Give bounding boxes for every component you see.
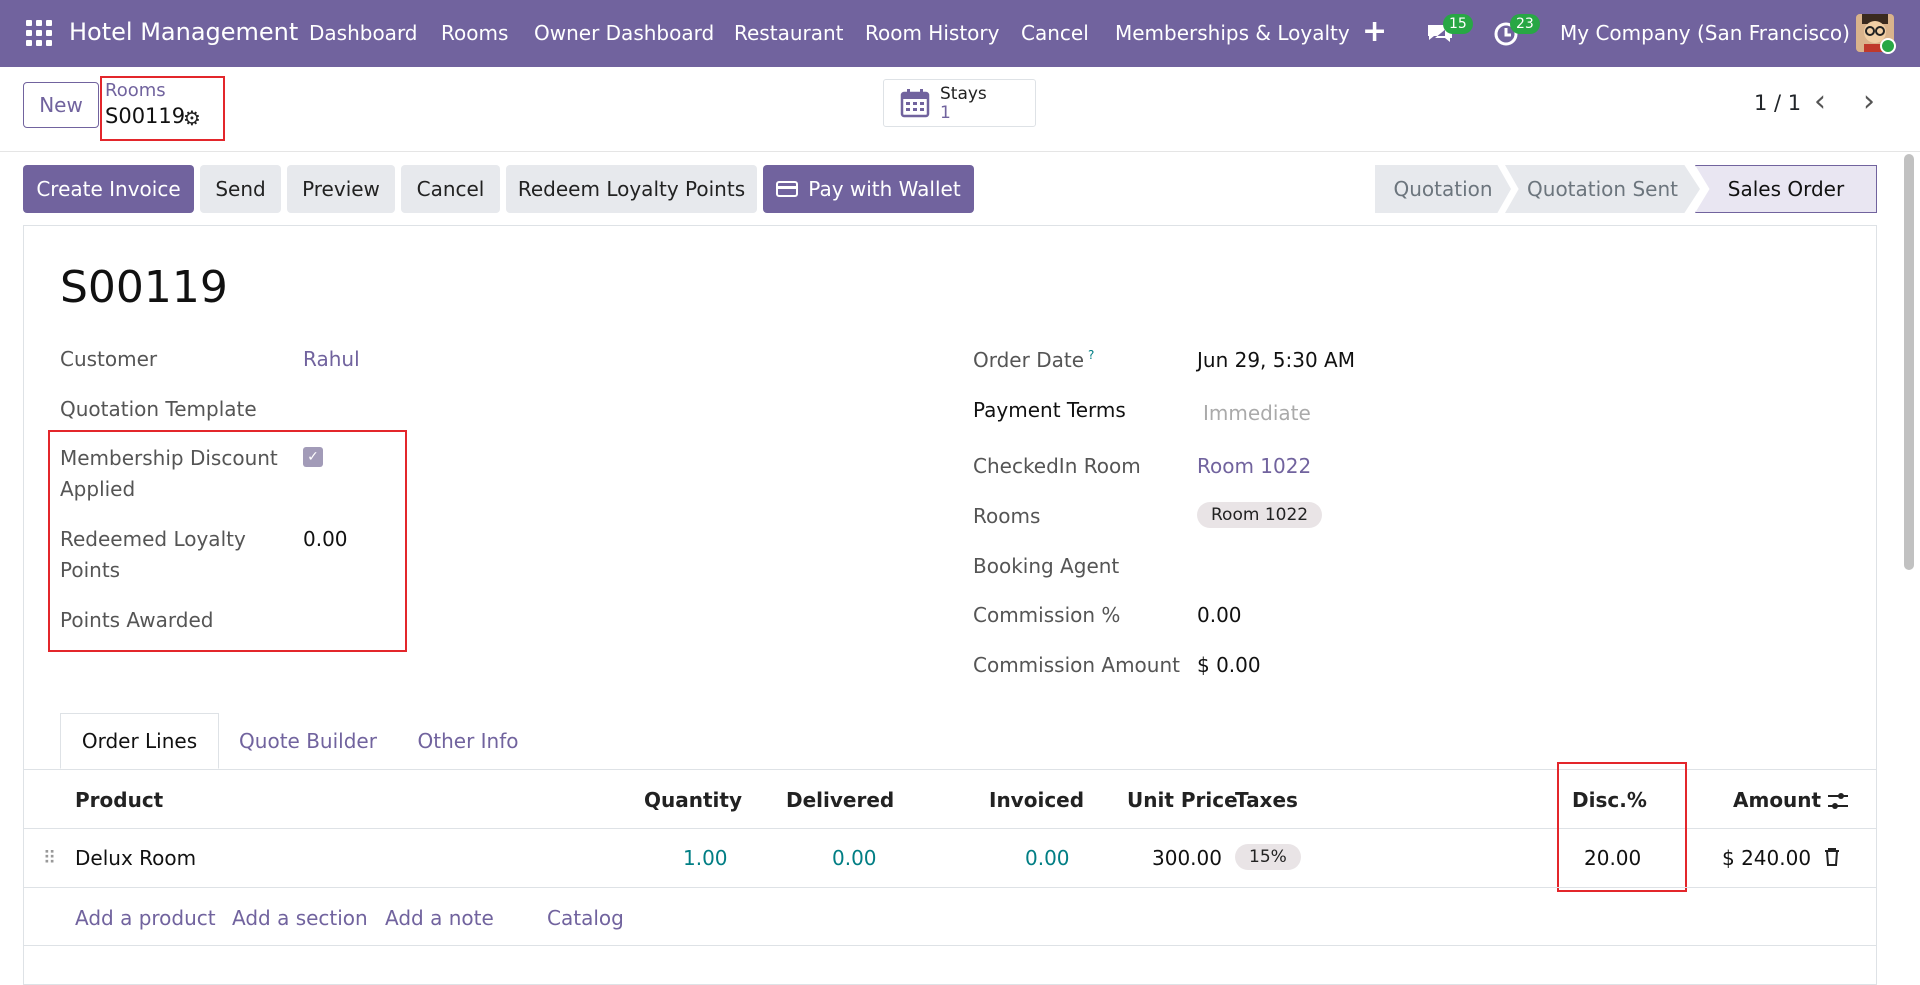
delete-row-icon[interactable] [1823, 847, 1841, 872]
app-menu-icon[interactable] [26, 20, 52, 46]
calendar-icon [900, 89, 930, 118]
col-invoiced[interactable]: Invoiced [989, 788, 1084, 812]
control-panel-divider [0, 151, 1920, 152]
row-amount: $ 240.00 [1722, 846, 1812, 870]
tab-quote-builder[interactable]: Quote Builder [225, 713, 391, 769]
row-quantity[interactable]: 1.00 [683, 846, 728, 870]
menu-cancel[interactable]: Cancel [1021, 21, 1089, 45]
drag-handle-icon[interactable]: ⠿ [43, 848, 56, 869]
commission-amount-label: Commission Amount [973, 653, 1180, 677]
breadcrumb-rooms[interactable]: Rooms [105, 80, 166, 101]
app-brand[interactable]: Hotel Management [69, 18, 298, 46]
add-menu-icon[interactable]: + [1362, 14, 1387, 49]
commission-percent-label: Commission % [973, 603, 1121, 627]
rooms-label: Rooms [973, 504, 1041, 528]
col-delivered[interactable]: Delivered [786, 788, 894, 812]
activities-icon[interactable]: 23 [1492, 14, 1540, 49]
stays-smart-button[interactable]: Stays 1 [883, 79, 1036, 127]
status-quotation[interactable]: Quotation [1375, 165, 1511, 213]
page-scrollbar[interactable] [1904, 154, 1914, 570]
booking-agent-label: Booking Agent [973, 554, 1120, 578]
payment-terms-label: Payment Terms [973, 398, 1126, 422]
redeem-loyalty-button[interactable]: Redeem Loyalty Points [506, 165, 757, 213]
col-amount[interactable]: Amount [1733, 788, 1821, 812]
footer-divider [23, 945, 1877, 946]
tab-other-info[interactable]: Other Info [400, 713, 536, 769]
order-date-label: Order Date? [973, 348, 1095, 372]
breadcrumb-current: S00119 [105, 104, 186, 128]
col-discount[interactable]: Disc.% [1572, 788, 1647, 812]
checkedin-room-label: CheckedIn Room [973, 454, 1141, 478]
order-date-value[interactable]: Jun 29, 5:30 AM [1197, 348, 1355, 372]
add-section-link[interactable]: Add a section [232, 906, 368, 930]
company-switcher[interactable]: My Company (San Francisco) [1560, 21, 1850, 45]
form-sheet [23, 225, 1877, 985]
status-quotation-sent[interactable]: Quotation Sent [1505, 165, 1700, 213]
catalog-link[interactable]: Catalog [547, 906, 624, 930]
menu-dashboard[interactable]: Dashboard [309, 21, 418, 45]
messages-icon[interactable]: 15 [1425, 14, 1473, 49]
room-tag[interactable]: Room 1022 [1197, 502, 1323, 528]
preview-button[interactable]: Preview [287, 165, 395, 213]
menu-restaurant[interactable]: Restaurant [734, 21, 844, 45]
add-product-link[interactable]: Add a product [75, 906, 216, 930]
add-note-link[interactable]: Add a note [385, 906, 494, 930]
commission-amount-value[interactable]: $ 0.00 [1197, 653, 1261, 677]
menu-rooms[interactable]: Rooms [441, 21, 508, 45]
membership-discount-checkbox[interactable]: ✓ [303, 447, 323, 467]
row-delivered[interactable]: 0.00 [832, 846, 877, 870]
create-invoice-button[interactable]: Create Invoice [23, 165, 194, 213]
checkedin-room-value[interactable]: Room 1022 [1197, 454, 1311, 478]
commission-percent-value[interactable]: 0.00 [1197, 603, 1242, 627]
gear-icon[interactable]: ⚙ [183, 106, 201, 130]
row-unit-price[interactable]: 300.00 [1152, 846, 1222, 870]
online-status-icon [1880, 38, 1896, 54]
row-discount[interactable]: 20.00 [1584, 846, 1641, 870]
points-awarded-label: Points Awarded [60, 608, 214, 632]
row-tax-tag[interactable]: 15% [1235, 844, 1301, 870]
membership-discount-label: Membership Discount [60, 446, 278, 470]
col-unit-price[interactable]: Unit Price [1127, 788, 1238, 812]
tabs-divider [23, 769, 1877, 770]
redeemed-points-label-2: Points [60, 558, 121, 582]
col-taxes[interactable]: Taxes [1235, 788, 1298, 812]
menu-room-history[interactable]: Room History [865, 21, 999, 45]
customer-label: Customer [60, 347, 158, 371]
row-divider [23, 887, 1877, 888]
row-invoiced[interactable]: 0.00 [1025, 846, 1070, 870]
tab-order-lines[interactable]: Order Lines [60, 713, 219, 769]
menu-memberships-loyalty[interactable]: Memberships & Loyalty [1115, 21, 1350, 45]
card-icon [776, 181, 799, 197]
cancel-button[interactable]: Cancel [401, 165, 500, 213]
col-quantity[interactable]: Quantity [644, 788, 742, 812]
previous-record-icon[interactable]: ‹ [1814, 84, 1826, 119]
quotation-template-label: Quotation Template [60, 397, 257, 421]
stays-label: Stays [940, 84, 987, 104]
pay-with-wallet-label: Pay with Wallet [808, 177, 961, 201]
payment-terms-input[interactable]: Immediate [1203, 401, 1311, 425]
customer-value[interactable]: Rahul [303, 347, 360, 371]
header-divider [23, 828, 1877, 829]
row-product[interactable]: Delux Room [75, 846, 196, 870]
col-product[interactable]: Product [75, 788, 163, 812]
pay-with-wallet-button[interactable]: Pay with Wallet [763, 165, 974, 213]
help-icon[interactable]: ? [1088, 348, 1094, 362]
status-sales-order[interactable]: Sales Order [1695, 165, 1877, 213]
pager-value[interactable]: 1 / 1 [1754, 91, 1801, 115]
new-button[interactable]: New [23, 82, 99, 128]
redeemed-points-label: Redeemed Loyalty [60, 527, 246, 551]
send-button[interactable]: Send [200, 165, 281, 213]
activities-badge: 23 [1510, 14, 1540, 34]
menu-owner-dashboard[interactable]: Owner Dashboard [534, 21, 714, 45]
stays-count: 1 [940, 103, 951, 123]
messages-badge: 15 [1443, 14, 1473, 34]
next-record-icon[interactable]: › [1863, 84, 1875, 119]
membership-discount-label-2: Applied [60, 477, 136, 501]
optional-columns-icon[interactable] [1826, 790, 1850, 817]
redeemed-points-value[interactable]: 0.00 [303, 527, 348, 551]
record-title: S00119 [60, 262, 228, 313]
top-navbar: Hotel Management Dashboard Rooms Owner D… [0, 0, 1920, 67]
